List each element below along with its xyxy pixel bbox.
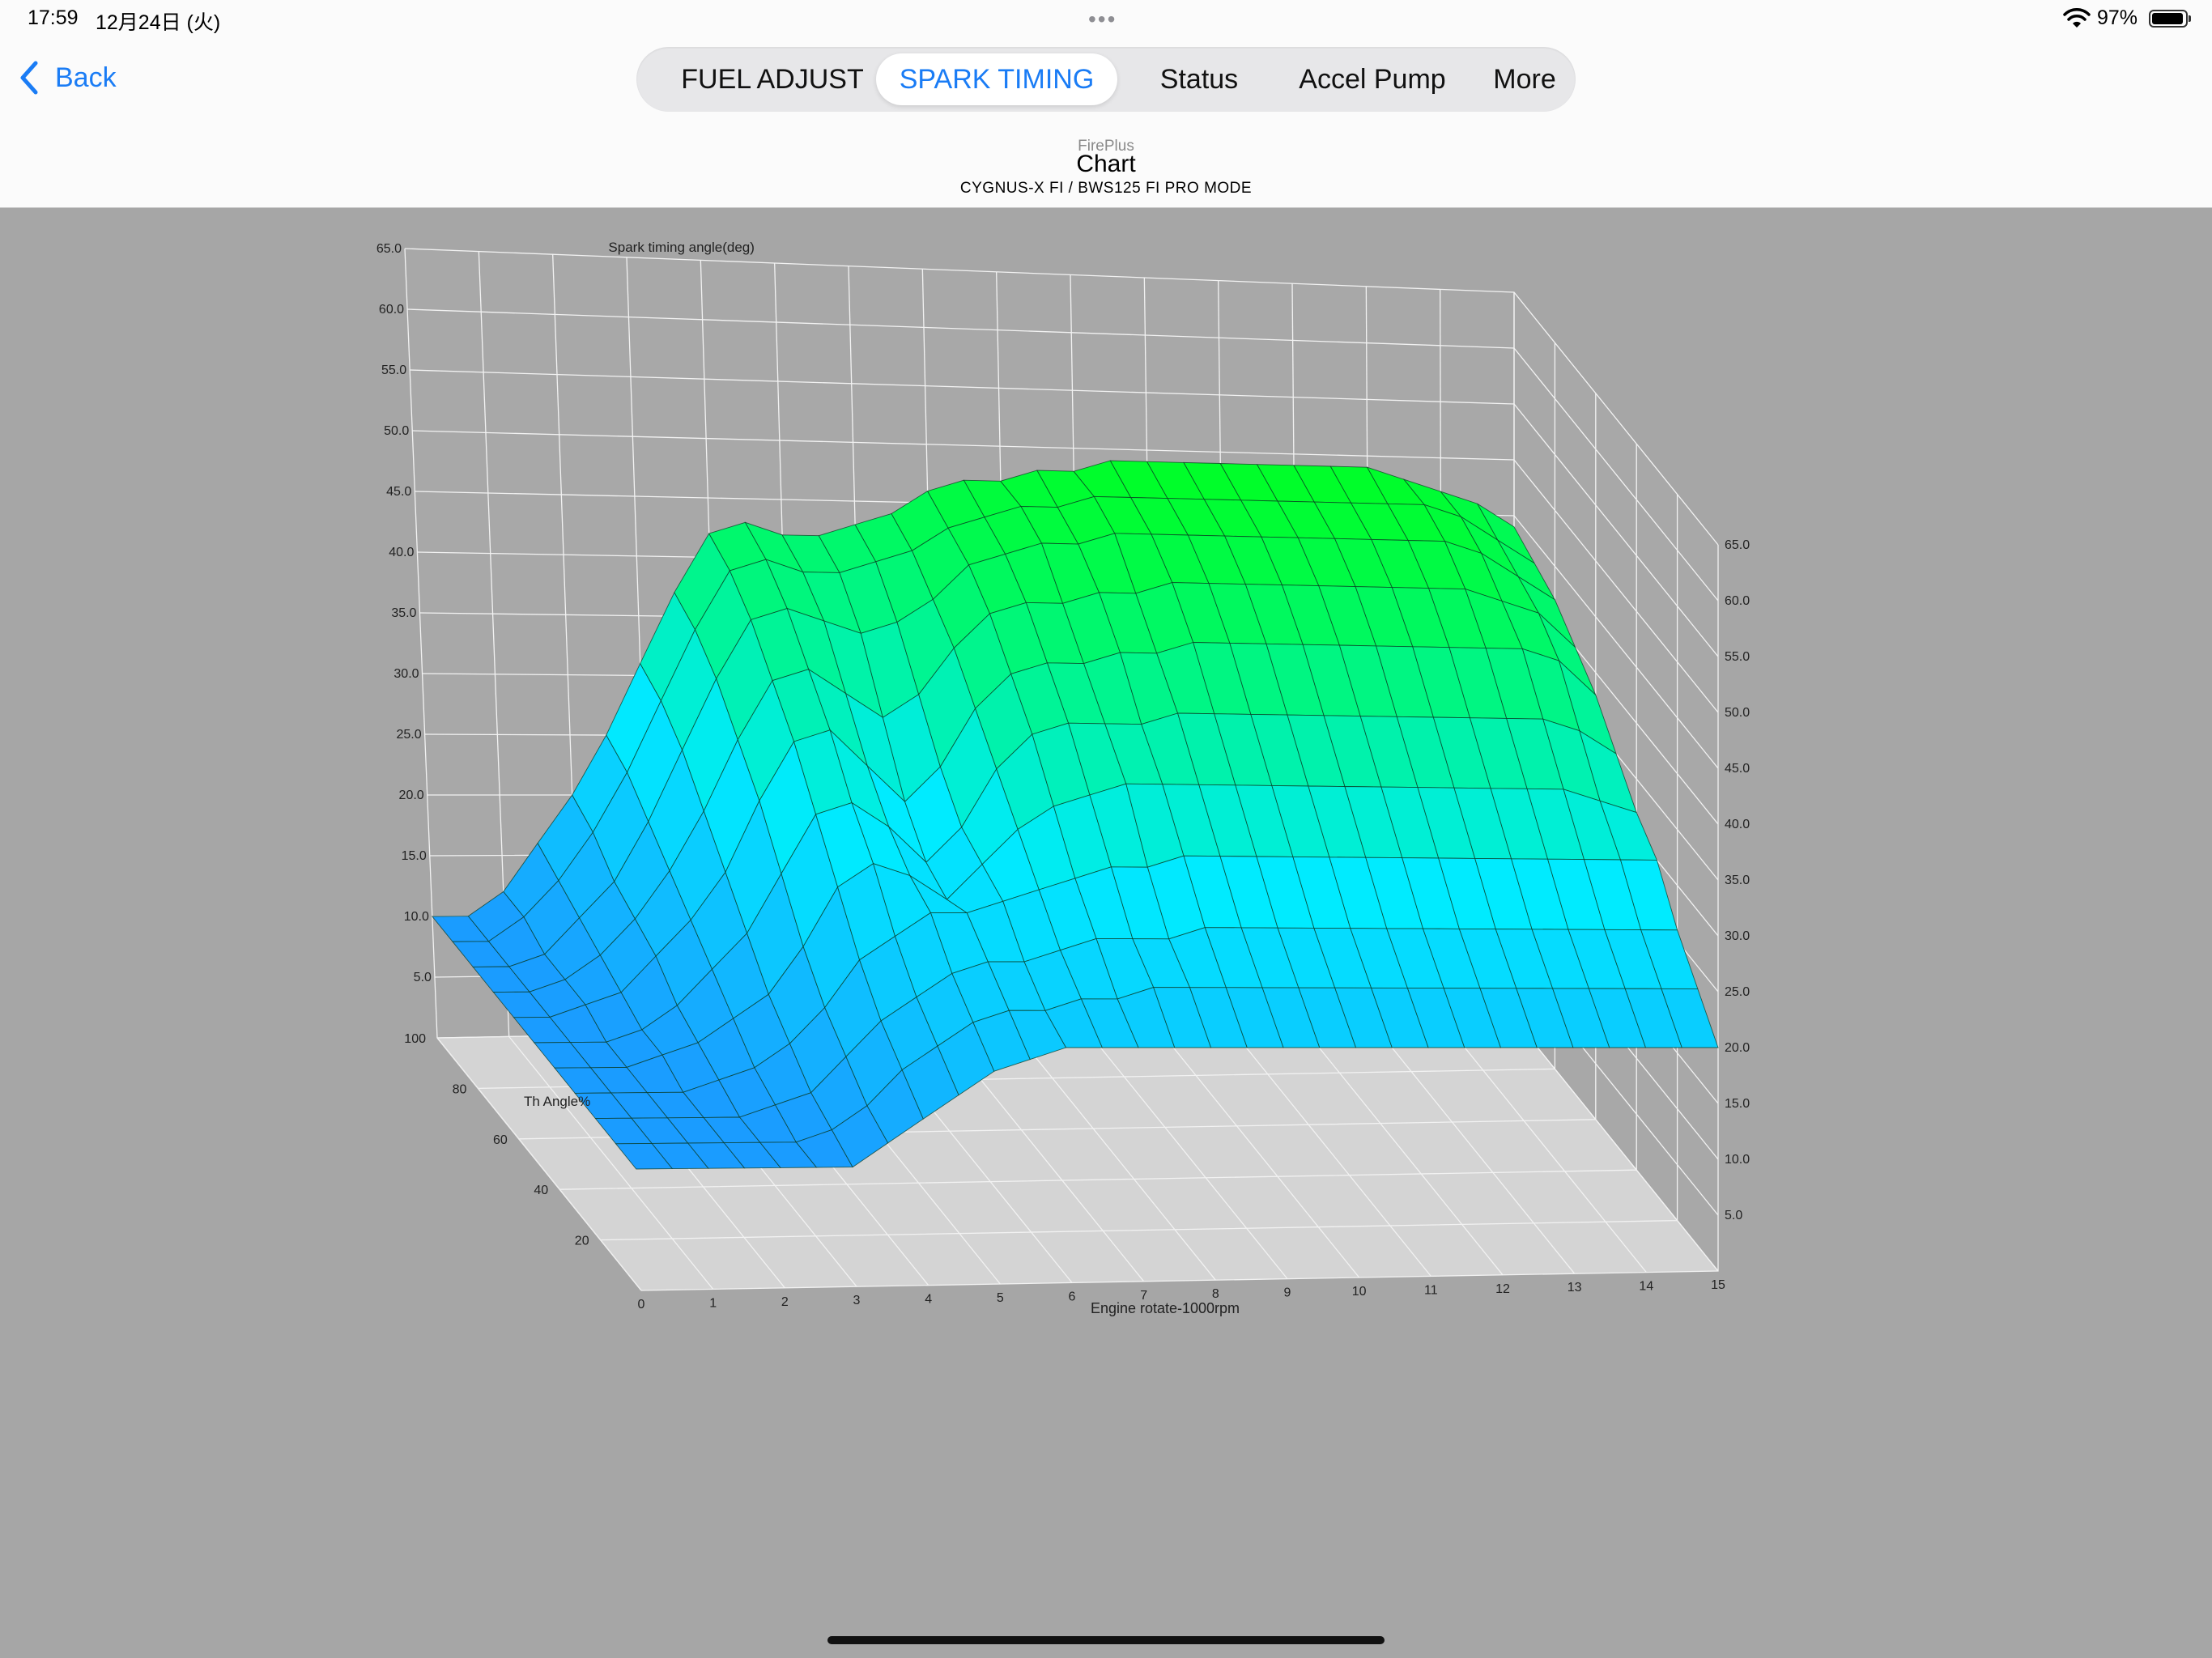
z-tick-label-right: 50.0 — [1725, 706, 1750, 720]
home-indicator[interactable] — [827, 1636, 1385, 1644]
z-tick-label-left: 15.0 — [402, 849, 427, 863]
z-tick-label-left: 40.0 — [389, 546, 414, 559]
y-tick-label: 100 — [404, 1032, 426, 1046]
segmented-control: FUEL ADJUST SPARK TIMING Status Accel Pu… — [636, 47, 1576, 112]
z-tick-label-left: 55.0 — [381, 363, 406, 377]
y-axis-label: Th Angle% — [524, 1094, 590, 1109]
page-subtitle: CYGNUS-X FI / BWS125 FI PRO MODE — [959, 180, 1253, 197]
x-tick-label: 10 — [1352, 1285, 1367, 1299]
y-tick-label: 80 — [453, 1082, 467, 1096]
z-tick-label-right: 25.0 — [1725, 985, 1750, 999]
z-tick-label-right: 55.0 — [1725, 650, 1750, 664]
y-tick-label: 20 — [575, 1235, 589, 1248]
z-tick-label-right: 40.0 — [1725, 818, 1750, 831]
wifi-icon — [2063, 8, 2091, 28]
spark-timing-3d-chart[interactable]: 0 1 2 3 4 5 6 7 8 9 10 11 12 13 14 15204060801005.010.0… — [0, 208, 2212, 1633]
x-tick-label: 12 — [1495, 1282, 1510, 1296]
z-tick-label-right: 20.0 — [1725, 1041, 1750, 1055]
navigation-bar: Back FUEL ADJUST SPARK TIMING Status Acc… — [0, 39, 2212, 208]
x-tick-label: 2 — [781, 1295, 789, 1309]
y-tick-label: 40 — [534, 1184, 548, 1197]
x-tick-label: 13 — [1568, 1281, 1582, 1295]
z-tick-label-right: 10.0 — [1725, 1153, 1750, 1167]
tab-accel-pump[interactable]: Accel Pump — [1271, 53, 1474, 105]
z-tick-label-left: 50.0 — [384, 424, 409, 438]
status-date: 12月24日 (火) — [96, 11, 221, 34]
z-tick-label-left: 30.0 — [393, 667, 419, 681]
x-tick-label: 4 — [925, 1293, 932, 1307]
z-tick-label-left: 25.0 — [396, 728, 421, 742]
x-tick-label: 1 — [709, 1296, 717, 1310]
battery-percent: 97% — [2097, 6, 2138, 29]
x-tick-label: 5 — [997, 1291, 1004, 1305]
x-tick-label: 3 — [853, 1294, 861, 1307]
back-button[interactable]: Back — [18, 58, 117, 97]
z-tick-label-right: 30.0 — [1725, 929, 1750, 943]
tab-more[interactable]: More — [1472, 53, 1577, 105]
multitasking-dots-icon[interactable]: ••• — [1088, 6, 1117, 32]
z-axis-label: Spark timing angle(deg) — [608, 240, 754, 255]
status-time: 17:59 — [28, 6, 79, 29]
x-tick-label: 8 — [1212, 1287, 1219, 1301]
z-tick-label-right: 60.0 — [1725, 594, 1750, 608]
chart-area[interactable]: 0 1 2 3 4 5 6 7 8 9 10 11 12 13 14 15 20 40 60 80 100 5.0 10.0… — [0, 208, 2212, 1658]
x-tick-label: 15 — [1711, 1278, 1725, 1292]
z-tick-label-right: 35.0 — [1725, 874, 1750, 887]
z-tick-label-left: 35.0 — [391, 606, 416, 620]
z-tick-label-left: 5.0 — [414, 971, 432, 984]
x-tick-label: 9 — [1284, 1286, 1291, 1300]
z-tick-label-left: 10.0 — [404, 910, 429, 924]
z-tick-label-left: 45.0 — [386, 485, 411, 499]
z-tick-label-left: 20.0 — [399, 789, 424, 802]
x-axis-label: Engine rotate-1000rpm — [1091, 1300, 1240, 1316]
page-title: Chart — [1076, 151, 1136, 177]
chevron-left-icon — [20, 61, 38, 95]
x-tick-label: 11 — [1424, 1283, 1438, 1297]
z-tick-label-right: 45.0 — [1725, 762, 1750, 776]
z-tick-label-left: 65.0 — [376, 242, 402, 256]
status-bar: 17:59 12月24日 (火) ••• 97% — [0, 0, 2212, 39]
x-tick-label: 14 — [1639, 1280, 1653, 1294]
z-tick-label-right: 5.0 — [1725, 1209, 1742, 1222]
x-tick-label: 6 — [1069, 1290, 1076, 1303]
z-tick-label-left: 60.0 — [379, 303, 404, 317]
battery-icon — [2149, 10, 2191, 28]
z-tick-label-right: 65.0 — [1725, 538, 1750, 552]
tab-fuel-adjust[interactable]: FUEL ADJUST — [656, 53, 889, 105]
tab-status[interactable]: Status — [1130, 53, 1268, 105]
z-tick-label-right: 15.0 — [1725, 1097, 1750, 1111]
y-tick-label: 60 — [493, 1133, 508, 1147]
tab-spark-timing[interactable]: SPARK TIMING — [876, 53, 1117, 105]
back-label: Back — [55, 62, 117, 93]
x-tick-label: 0 — [638, 1298, 645, 1312]
